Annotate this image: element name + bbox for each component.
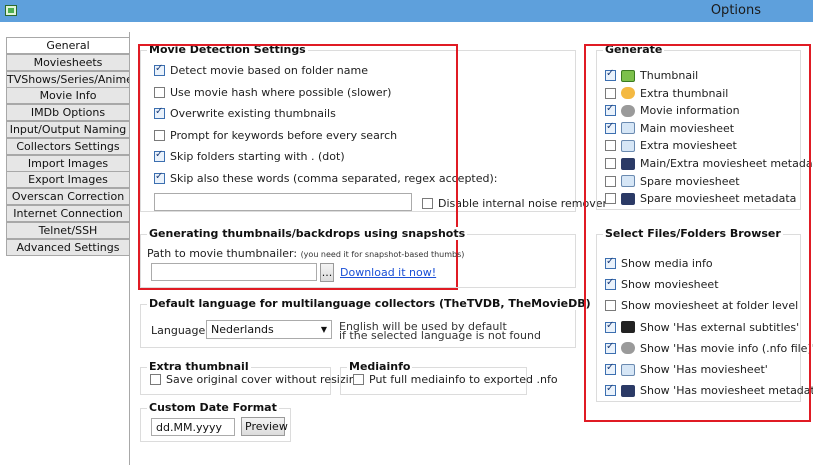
full-mediainfo-label: Put full mediainfo to exported .nfo [369,373,558,386]
download-link[interactable]: Download it now! [340,266,436,279]
tab-overscan-correction[interactable]: Overscan Correction [6,188,130,206]
snapshots-title: Generating thumbnails/backdrops using sn… [147,227,468,240]
tab-telnet-ssh[interactable]: Telnet/SSH [6,221,130,239]
tab-advanced-settings[interactable]: Advanced Settings [6,238,130,256]
tab-import-images[interactable]: Import Images [6,154,130,172]
full-mediainfo-checkbox[interactable] [353,374,364,385]
title-bar: Options [0,0,813,22]
tab-moviesheets[interactable]: Moviesheets [6,53,130,71]
custom-date-title: Custom Date Format [147,401,279,414]
save-original-cover-checkbox[interactable] [150,374,161,385]
tab-tvshows-series-anime[interactable]: TVShows/Series/Anime [6,70,130,88]
language-note: English will be used by default if the s… [339,320,541,342]
language-select-value: Nederlands [211,323,274,336]
language-label: Language: [151,324,209,337]
chevron-down-icon: ▼ [320,325,327,334]
date-format-input[interactable] [151,418,235,436]
highlight-box-generate [584,44,811,422]
window-title: Options [710,3,761,18]
tab-panel-border [129,32,130,465]
language-title: Default language for multilanguage colle… [147,297,593,310]
tab-collectors-settings[interactable]: Collectors Settings [6,137,130,155]
app-icon [5,5,17,16]
language-select[interactable]: Nederlands ▼ [206,320,332,339]
tab-movie-info[interactable]: Movie Info [6,87,130,105]
tab-imdb-options[interactable]: IMDb Options [6,104,130,122]
thumbnailer-path-note: (you need it for snapshot-based thumbs) [300,250,465,259]
full-mediainfo-row[interactable]: Put full mediainfo to exported .nfo [353,372,558,387]
preview-button[interactable]: Preview [241,417,288,436]
tab-internet-connection[interactable]: Internet Connection [6,205,130,222]
tab-export-images[interactable]: Export Images [6,171,130,189]
browse-button[interactable]: ... [320,263,334,282]
tab-general[interactable]: General [6,37,130,54]
save-original-cover-label: Save original cover without resizing [166,373,363,386]
thumbnailer-path-input[interactable] [151,263,317,281]
save-original-cover-row[interactable]: Save original cover without resizing [150,372,363,387]
tab-input-output-naming[interactable]: Input/Output Naming [6,121,130,138]
noise-remover-label: Disable internal noise remover [438,197,608,210]
thumbnailer-path-label: Path to movie thumbnailer: (you need it … [147,247,465,260]
